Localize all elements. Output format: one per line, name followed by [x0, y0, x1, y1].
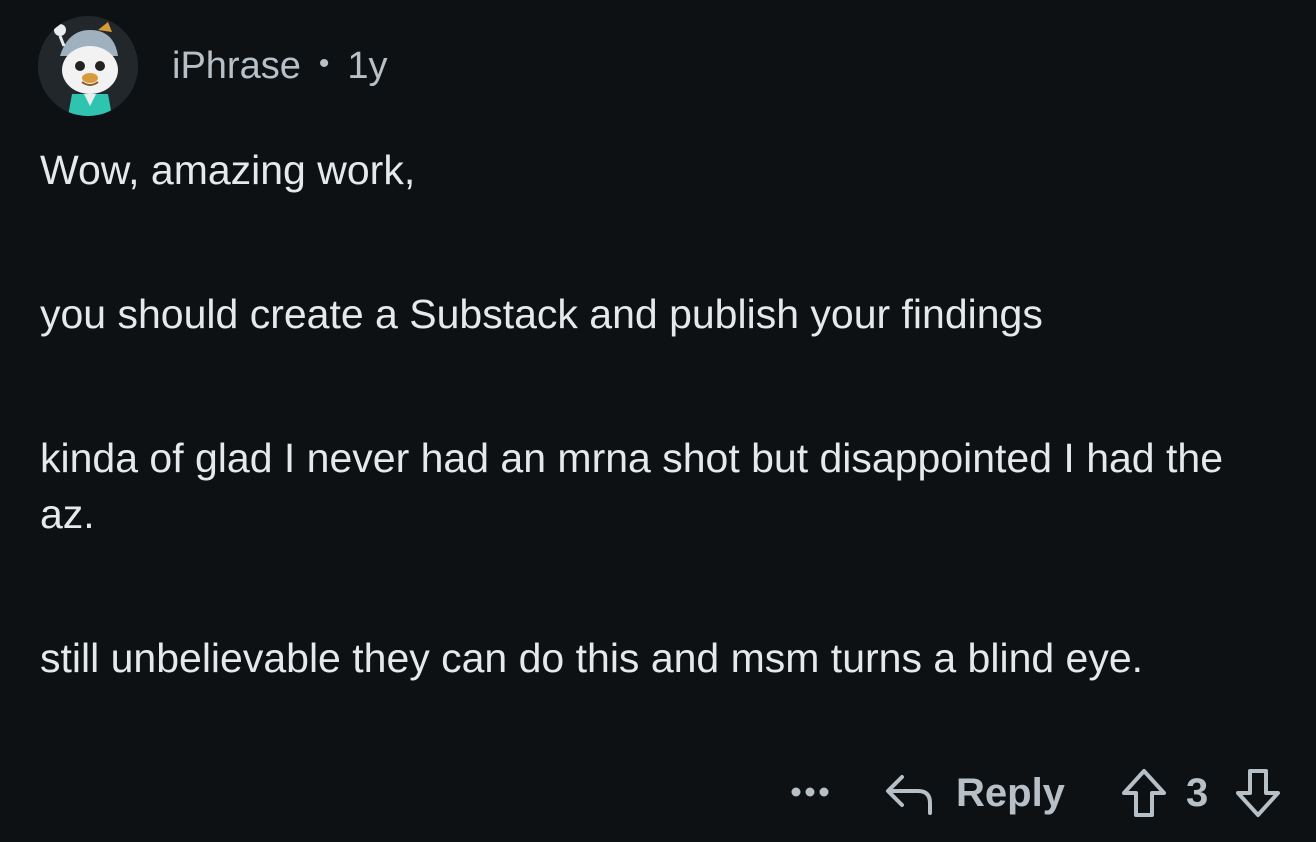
comment-paragraph: still unbelievable they can do this and … [40, 635, 1144, 681]
avatar[interactable] [38, 16, 138, 116]
arrow-down-icon [1236, 769, 1280, 817]
more-options-button[interactable] [786, 772, 834, 812]
reply-button[interactable]: Reply [884, 764, 1065, 822]
reply-arrow-icon [886, 775, 932, 815]
author-username[interactable]: iPhrase [172, 45, 301, 88]
upvote-button[interactable] [1120, 766, 1168, 820]
ellipsis-icon [791, 787, 829, 797]
comment-paragraph: Wow, amazing work, [40, 147, 416, 193]
comment: iPhrase • 1y Wow, amazing work, you shou… [0, 0, 1316, 842]
comment-meta: iPhrase • 1y [172, 45, 388, 88]
vote-score: 3 [1186, 771, 1209, 815]
meta-separator: • [318, 47, 330, 80]
reply-label: Reply [956, 770, 1065, 815]
comment-actions: Reply 3 [0, 760, 1316, 826]
downvote-button[interactable] [1234, 766, 1282, 820]
avatar-character-icon [38, 16, 138, 116]
arrow-up-icon [1122, 769, 1166, 817]
comment-body: Wow, amazing work, you should create a S… [40, 142, 1280, 686]
comment-paragraph: you should create a Substack and publish… [40, 291, 1043, 337]
comment-paragraph: kinda of glad I never had an mrna shot b… [40, 435, 1223, 537]
comment-age[interactable]: 1y [347, 45, 387, 88]
comment-header: iPhrase • 1y [38, 16, 388, 116]
